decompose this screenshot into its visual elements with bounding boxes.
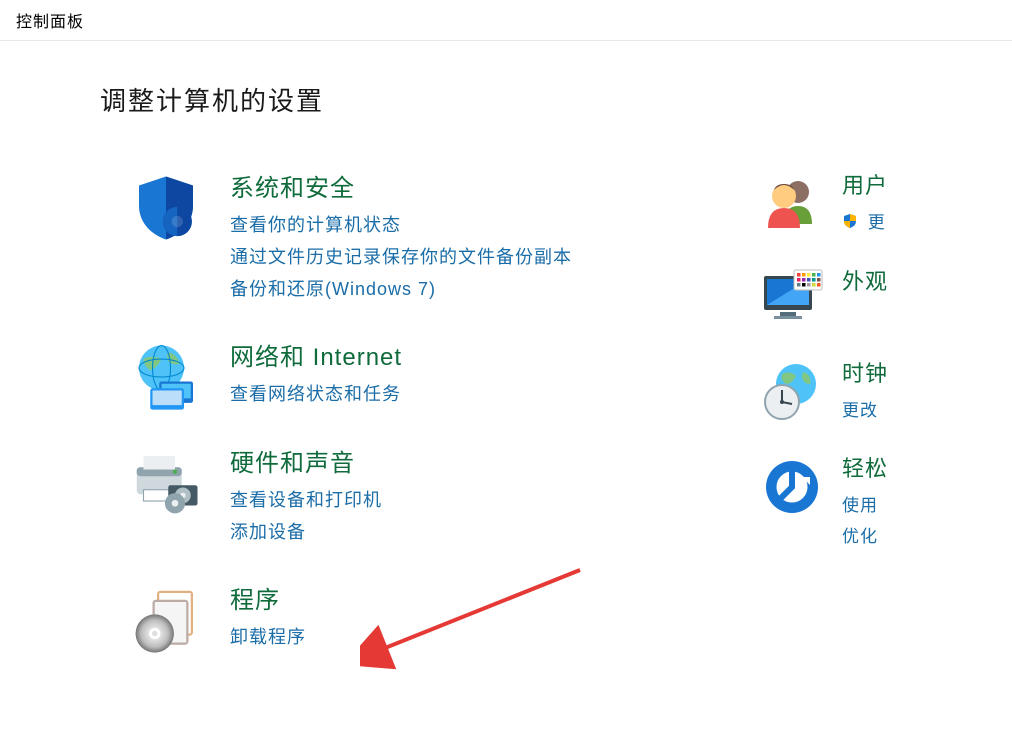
link-uninstall-program[interactable]: 卸载程序 <box>230 623 750 649</box>
category-title-ease[interactable]: 轻松 <box>842 451 1012 483</box>
programs-disc-icon <box>130 584 202 656</box>
content-area: 调整计算机的设置 系统和安全 查看你的计算机状态 通过 <box>0 41 1012 686</box>
right-column: 用户 更 <box>750 168 1012 686</box>
category-columns: 系统和安全 查看你的计算机状态 通过文件历史记录保存你的文件备份副本 备份和还原… <box>0 168 1012 686</box>
category-title-appearance[interactable]: 外观 <box>842 264 1012 296</box>
appearance-monitor-icon <box>760 268 824 332</box>
category-ease-of-access: 轻松 使用 优化 <box>760 451 1012 553</box>
link-ease-use[interactable]: 使用 <box>842 491 1012 516</box>
link-devices-printers[interactable]: 查看设备和打印机 <box>230 486 750 512</box>
uac-shield-icon <box>842 213 858 234</box>
link-network-status[interactable]: 查看网络状态和任务 <box>230 380 750 406</box>
category-title-clock[interactable]: 时钟 <box>842 356 1012 388</box>
shield-icon <box>130 172 202 244</box>
window-title: 控制面板 <box>0 0 1012 41</box>
category-title-users[interactable]: 用户 <box>842 168 1012 200</box>
clock-globe-icon <box>760 360 824 424</box>
category-title-hardware[interactable]: 硬件和声音 <box>230 443 750 478</box>
category-title-network[interactable]: 网络和 Internet <box>230 337 750 372</box>
category-user-accounts: 用户 更 <box>760 168 1012 240</box>
link-add-device[interactable]: 添加设备 <box>230 518 750 544</box>
link-computer-status[interactable]: 查看你的计算机状态 <box>230 211 750 237</box>
printer-devices-icon <box>130 447 202 519</box>
user-accounts-icon <box>760 172 824 236</box>
category-hardware: 硬件和声音 查看设备和打印机 添加设备 <box>130 443 750 550</box>
left-column: 系统和安全 查看你的计算机状态 通过文件历史记录保存你的文件备份副本 备份和还原… <box>0 168 750 686</box>
category-appearance: 外观 <box>760 264 1012 332</box>
link-file-history-backup[interactable]: 通过文件历史记录保存你的文件备份副本 <box>230 243 750 269</box>
link-clock-sub[interactable]: 更改 <box>842 396 1012 421</box>
link-ease-optimize[interactable]: 优化 <box>842 522 1012 547</box>
category-network: 网络和 Internet 查看网络状态和任务 <box>130 337 750 413</box>
category-title-programs[interactable]: 程序 <box>230 580 750 615</box>
category-title-security[interactable]: 系统和安全 <box>230 168 750 203</box>
category-system-security: 系统和安全 查看你的计算机状态 通过文件历史记录保存你的文件备份副本 备份和还原… <box>130 168 750 307</box>
link-users-sub-text: 更 <box>868 213 886 232</box>
globe-network-icon <box>130 341 202 413</box>
ease-of-access-icon <box>760 455 824 519</box>
link-backup-restore-win7[interactable]: 备份和还原(Windows 7) <box>230 275 750 301</box>
link-users-sub[interactable]: 更 <box>842 208 1012 234</box>
page-heading: 调整计算机的设置 <box>100 81 1012 118</box>
category-clock: 时钟 更改 <box>760 356 1012 427</box>
category-programs: 程序 卸载程序 <box>130 580 750 656</box>
